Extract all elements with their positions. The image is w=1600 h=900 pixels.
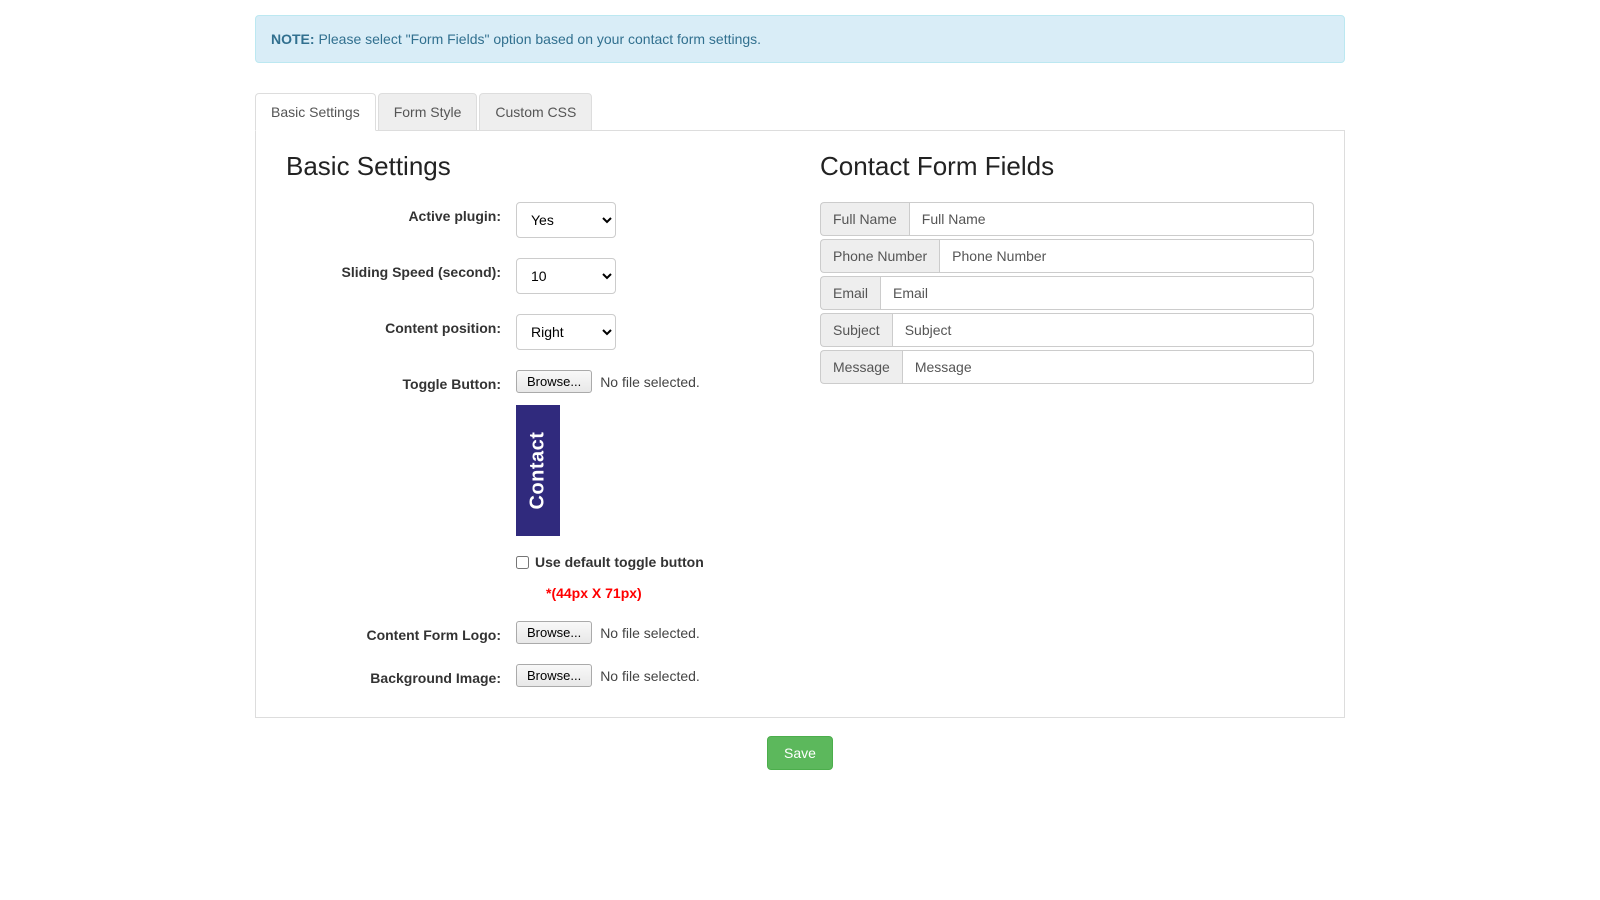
- note-alert: NOTE: Please select "Form Fields" option…: [255, 15, 1345, 63]
- tabs-nav: Basic Settings Form Style Custom CSS: [255, 93, 1345, 131]
- sliding-speed-label: Sliding Speed (second):: [286, 258, 516, 280]
- content-position-select[interactable]: Right: [516, 314, 616, 350]
- contact-form-fields-heading: Contact Form Fields: [820, 151, 1314, 182]
- toggle-button-hint: *(44px X 71px): [546, 585, 780, 601]
- tab-form-style[interactable]: Form Style: [378, 93, 478, 131]
- note-label: NOTE:: [271, 31, 315, 47]
- background-image-file-status: No file selected.: [600, 668, 700, 684]
- use-default-toggle-checkbox[interactable]: [516, 556, 529, 569]
- field-input-email[interactable]: [880, 276, 1314, 310]
- field-addon-message: Message: [820, 350, 902, 384]
- toggle-button-label: Toggle Button:: [286, 370, 516, 392]
- tab-basic-settings[interactable]: Basic Settings: [255, 93, 376, 131]
- tab-panel-basic: Basic Settings Active plugin: Yes Slidin…: [255, 131, 1345, 718]
- toggle-button-preview-text: Contact: [527, 432, 550, 510]
- field-input-full-name[interactable]: [909, 202, 1314, 236]
- basic-settings-heading: Basic Settings: [286, 151, 780, 182]
- sliding-speed-select[interactable]: 10: [516, 258, 616, 294]
- content-form-logo-label: Content Form Logo:: [286, 621, 516, 643]
- active-plugin-label: Active plugin:: [286, 202, 516, 224]
- note-text: Please select "Form Fields" option based…: [315, 31, 761, 47]
- field-addon-email: Email: [820, 276, 880, 310]
- field-input-phone-number[interactable]: [939, 239, 1314, 273]
- background-image-browse[interactable]: Browse...: [516, 664, 592, 687]
- field-addon-subject: Subject: [820, 313, 892, 347]
- content-form-logo-file-status: No file selected.: [600, 625, 700, 641]
- background-image-label: Background Image:: [286, 664, 516, 686]
- tab-custom-css[interactable]: Custom CSS: [479, 93, 592, 131]
- active-plugin-select[interactable]: Yes: [516, 202, 616, 238]
- field-input-message[interactable]: [902, 350, 1314, 384]
- field-addon-phone-number: Phone Number: [820, 239, 939, 273]
- field-addon-full-name: Full Name: [820, 202, 909, 236]
- field-input-subject[interactable]: [892, 313, 1314, 347]
- toggle-button-file-status: No file selected.: [600, 374, 700, 390]
- toggle-button-preview: Contact: [516, 405, 560, 536]
- content-position-label: Content position:: [286, 314, 516, 336]
- content-form-logo-browse[interactable]: Browse...: [516, 621, 592, 644]
- use-default-toggle-label: Use default toggle button: [535, 554, 704, 570]
- toggle-button-browse[interactable]: Browse...: [516, 370, 592, 393]
- save-button[interactable]: Save: [767, 736, 833, 770]
